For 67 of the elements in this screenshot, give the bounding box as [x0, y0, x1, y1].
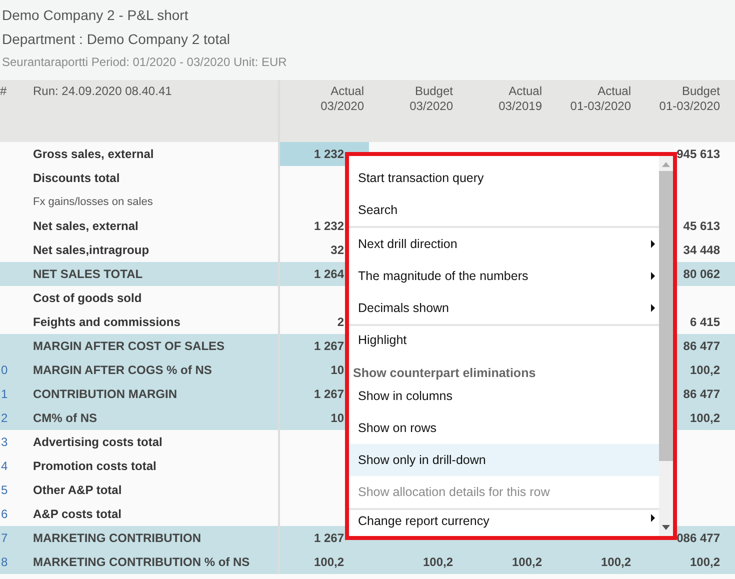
- column-heading: Actual: [508, 84, 542, 99]
- table-cell: 86 477: [683, 339, 720, 353]
- table-cell: 1 267: [314, 339, 344, 353]
- row-number: 8: [1, 555, 8, 569]
- row-number: 3: [1, 435, 8, 449]
- column-heading: Actual: [330, 84, 364, 99]
- row-label: Fx gains/losses on sales: [33, 196, 153, 208]
- table-cell: 100,2: [314, 555, 344, 569]
- table-cell: 1 267: [314, 387, 344, 401]
- row-label: Advertising costs total: [33, 435, 162, 449]
- row-label: Net sales, external: [33, 219, 138, 233]
- row-label: MARKETING CONTRIBUTION: [33, 531, 201, 545]
- row-label: MARGIN AFTER COGS % of NS: [33, 363, 212, 377]
- row-number: 2: [1, 411, 8, 425]
- row-label: Discounts total: [33, 171, 120, 185]
- menu-section-heading: Show counterpart eliminations: [353, 366, 536, 380]
- run-timestamp: Run: 24.09.2020 08.40.41: [33, 83, 173, 100]
- column-heading: 01-03/2020: [569, 99, 631, 114]
- row-label: Net sales,intragroup: [33, 243, 150, 257]
- row-label: MARGIN AFTER COST OF SALES: [33, 339, 225, 353]
- table-cell: 100,2: [690, 555, 720, 569]
- row-number: 1: [1, 387, 8, 401]
- column-heading: Budget: [680, 84, 720, 99]
- department-label: Department : Demo Company 2 total: [2, 30, 231, 48]
- row-number: 6: [1, 507, 8, 521]
- column-heading: Budget: [414, 84, 453, 99]
- table-cell: 80 062: [683, 267, 720, 281]
- report-title: Demo Company 2 - P&L short: [2, 6, 190, 24]
- table-cell: 10: [330, 363, 344, 377]
- row-number: 5: [1, 483, 8, 497]
- row-label: Promotion costs total: [33, 459, 156, 473]
- table-cell: 100,2: [600, 555, 631, 569]
- table-cell: 6 415: [690, 315, 720, 329]
- table-cell: 100,2: [512, 555, 542, 569]
- row-label: NET SALES TOTAL: [33, 267, 143, 281]
- table-cell: 2: [337, 315, 344, 329]
- table-cell: 100,2: [422, 555, 453, 569]
- table-cell: 100,2: [690, 411, 720, 425]
- row-label: Cost of goods sold: [33, 291, 142, 305]
- table-cell: 1 264: [314, 267, 344, 281]
- row-label: MARKETING CONTRIBUTION % of NS: [33, 555, 250, 569]
- row-label: Feights and commissions: [33, 315, 180, 329]
- row-number: 0: [1, 363, 8, 377]
- row-number: 7: [1, 531, 8, 545]
- table-cell: 086 477: [676, 531, 720, 545]
- column-heading: Actual: [596, 84, 631, 99]
- row-number: 4: [1, 459, 8, 473]
- column-heading: 03/2020: [320, 99, 364, 114]
- table-cell: 100,2: [690, 363, 720, 377]
- report-subtitle: Seurantaraportti Period: 01/2020 - 03/2020 Unit: EUR: [2, 54, 288, 70]
- row-label: A&P costs total: [33, 507, 122, 521]
- table-cell: 34 448: [683, 243, 720, 257]
- column-heading: 03/2020: [408, 99, 453, 114]
- column-heading: 03/2019: [498, 99, 542, 114]
- table-cell: 45 613: [683, 219, 720, 233]
- table-cell: 945 613: [676, 147, 720, 161]
- table-cell: 10: [330, 411, 344, 425]
- row-label: Other A&P total: [33, 483, 122, 497]
- column-heading: 01-03/2020: [658, 99, 720, 114]
- row-label: CM% of NS: [33, 411, 97, 425]
- table-cell: 1 267: [314, 531, 344, 545]
- table-cell: 32: [330, 243, 344, 257]
- row-label: CONTRIBUTION MARGIN: [33, 387, 177, 401]
- table-cell: 86 477: [683, 387, 720, 401]
- row-label: Gross sales, external: [33, 147, 154, 161]
- table-cell: 1 232: [314, 219, 344, 233]
- number-heading: #: [0, 83, 8, 100]
